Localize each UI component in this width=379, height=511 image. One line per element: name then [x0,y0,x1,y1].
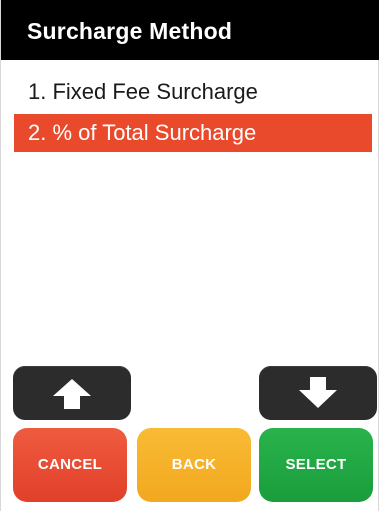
back-button[interactable]: BACK [137,428,251,502]
scroll-up-button[interactable] [13,366,131,420]
menu-item-percent-total-surcharge[interactable]: 2. % of Total Surcharge [14,114,372,152]
cancel-button[interactable]: CANCEL [13,428,127,502]
title-bar: Surcharge Method [1,0,379,60]
menu-item-fixed-fee-surcharge[interactable]: 1. Fixed Fee Surcharge [14,73,372,111]
scroll-down-button[interactable] [259,366,377,420]
arrow-up-icon [53,379,91,409]
cancel-button-label: CANCEL [37,456,103,473]
back-button-label: BACK [171,456,217,473]
terminal-screen: Surcharge Method 1. Fixed Fee Surcharge … [0,0,379,511]
menu-item-label: 1. Fixed Fee Surcharge [28,79,258,104]
page-title: Surcharge Method [27,18,233,44]
select-button[interactable]: SELECT [259,428,373,502]
select-button-label: SELECT [285,456,347,473]
menu-item-label: 2. % of Total Surcharge [28,120,257,145]
arrow-down-icon [299,377,337,408]
